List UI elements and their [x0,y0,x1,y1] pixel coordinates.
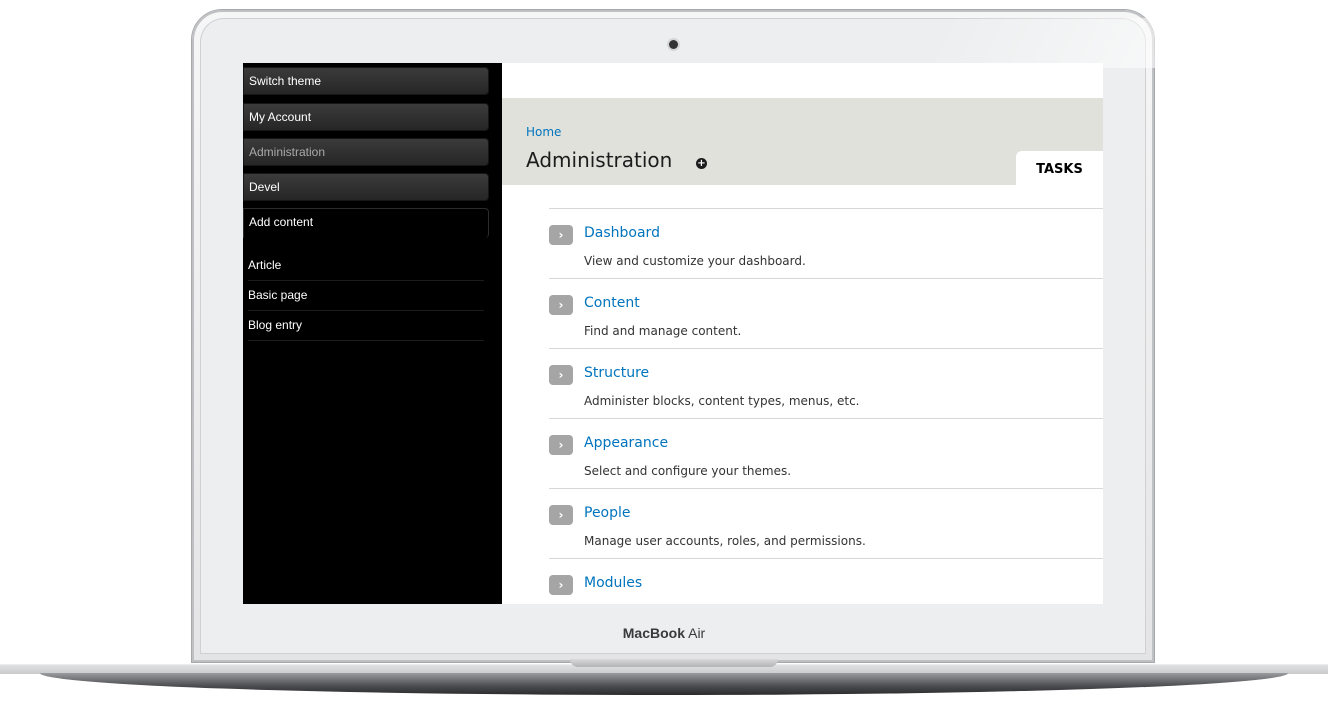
plus-circle-icon[interactable]: + [696,158,707,169]
submenu-item-basic-page[interactable]: Basic page [248,280,484,311]
screen-glare [917,18,1183,68]
task-link-structure[interactable]: Structure [584,365,649,381]
laptop-notch [570,659,778,667]
task-item-modules: › Modules [549,558,1103,604]
chevron-right-icon[interactable]: › [549,365,573,385]
task-item-appearance: › Appearance Select and configure your t… [549,418,1103,489]
tab-tasks[interactable]: TASKS [1016,151,1103,185]
submenu-item-article[interactable]: Article [248,250,484,281]
chevron-right-icon[interactable]: › [549,225,573,245]
chevron-right-icon[interactable]: › [549,295,573,315]
laptop-base-bottom [40,673,1288,695]
brand-bold: MacBook [622,625,685,641]
camera-icon [669,40,678,49]
chevron-right-icon[interactable]: › [549,575,573,595]
task-link-people[interactable]: People [584,505,631,521]
menu-item-administration[interactable]: Administration [243,138,489,166]
task-link-appearance[interactable]: Appearance [584,435,668,451]
task-item-content: › Content Find and manage content. [549,278,1103,349]
task-item-structure: › Structure Administer blocks, content t… [549,348,1103,419]
screen: Switch theme My Account Administration D… [243,63,1103,604]
task-description: View and customize your dashboard. [584,254,806,268]
task-description: Find and manage content. [584,324,742,338]
main-content: Home Administration + TASKS › Dashboard … [502,63,1103,604]
task-description: Manage user accounts, roles, and permiss… [584,534,866,548]
task-item-dashboard: › Dashboard View and customize your dash… [549,208,1103,279]
breadcrumb-home-link[interactable]: Home [526,125,561,139]
task-description: Select and configure your themes. [584,464,792,478]
chevron-right-icon[interactable]: › [549,435,573,455]
menu-item-my-account[interactable]: My Account [243,103,489,131]
submenu-item-blog-entry[interactable]: Blog entry [248,310,484,341]
brand-light: Air [688,625,706,641]
task-link-content[interactable]: Content [584,295,640,311]
menu-item-devel[interactable]: Devel [243,173,489,201]
task-item-people: › People Manage user accounts, roles, an… [549,488,1103,559]
menu-item-switch-theme[interactable]: Switch theme [243,67,489,95]
chevron-right-icon[interactable]: › [549,505,573,525]
task-description: Administer blocks, content types, menus,… [584,394,860,408]
task-link-modules[interactable]: Modules [584,575,642,591]
device-brand-label: MacBook Air [0,625,1328,641]
page-title: Administration [526,148,673,172]
menu-item-add-content[interactable]: Add content [243,208,489,238]
task-link-dashboard[interactable]: Dashboard [584,225,660,241]
admin-menu-sidebar: Switch theme My Account Administration D… [243,63,502,604]
